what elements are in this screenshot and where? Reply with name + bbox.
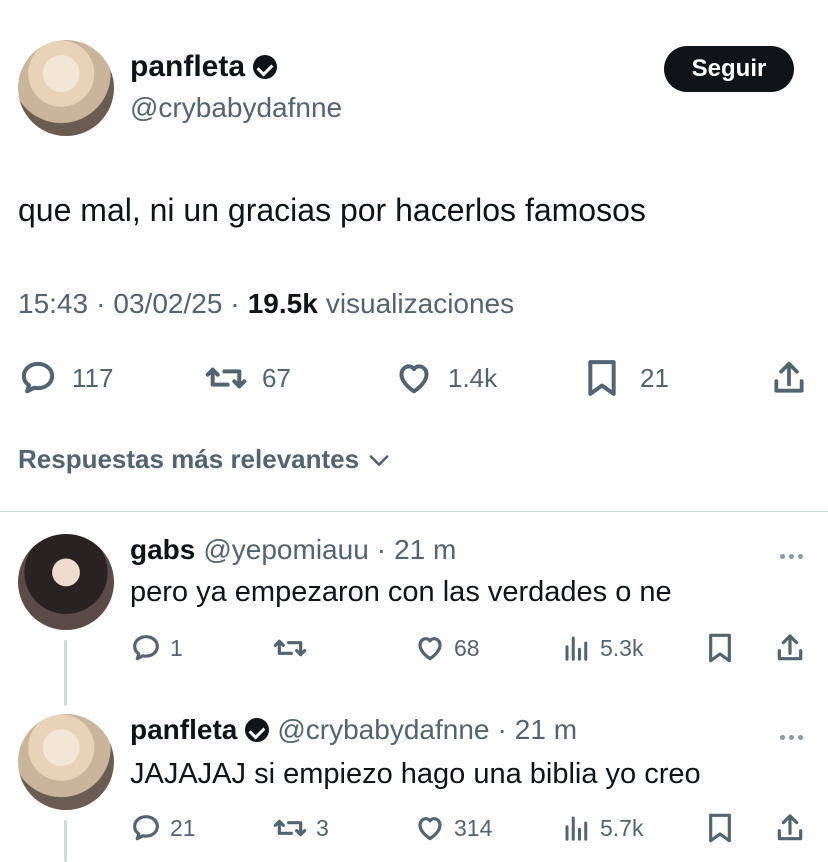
share-icon bbox=[774, 361, 804, 393]
reply-avatar[interactable] bbox=[18, 714, 114, 810]
retweet-action[interactable]: 67 bbox=[204, 358, 291, 398]
separator: · bbox=[497, 714, 507, 745]
like-action[interactable]: 1.4k bbox=[394, 358, 497, 398]
views-icon bbox=[565, 636, 588, 661]
more-icon[interactable] bbox=[778, 546, 805, 564]
bookmark-action[interactable]: 21 bbox=[584, 358, 669, 398]
author-avatar[interactable] bbox=[18, 40, 114, 136]
reply-time[interactable]: 21 m bbox=[394, 534, 456, 566]
retweet-icon bbox=[273, 819, 307, 837]
reply-header: panfleta @crybabydafnne · 21 m bbox=[130, 714, 577, 746]
follow-button[interactable]: Seguir bbox=[664, 46, 794, 92]
reply-count: 1 bbox=[170, 634, 183, 661]
reply-like-action[interactable]: 68 bbox=[414, 632, 480, 664]
views-count: 5.7k bbox=[600, 814, 644, 841]
views-count: 5.3k bbox=[600, 634, 644, 661]
reply-views-action[interactable]: 5.7k bbox=[562, 812, 643, 844]
reply-time[interactable]: 21 m bbox=[515, 714, 577, 746]
verified-icon bbox=[245, 718, 270, 742]
like-count: 314 bbox=[454, 814, 493, 841]
share-icon bbox=[777, 814, 803, 841]
reply-retweet-action[interactable]: 3 bbox=[272, 812, 329, 844]
reply-text: pero ya empezaron con las verdades o ne bbox=[130, 576, 672, 608]
bookmark-icon bbox=[709, 813, 731, 843]
reply-author-handle[interactable]: @yepomiauu bbox=[203, 534, 368, 566]
reply-reply-action[interactable]: 21 bbox=[130, 812, 196, 844]
reply-bookmark-action[interactable] bbox=[706, 812, 734, 844]
verified-icon bbox=[253, 55, 278, 79]
thread-line bbox=[64, 640, 67, 706]
reply-icon bbox=[21, 361, 55, 394]
like-count: 68 bbox=[454, 634, 480, 661]
tweet-time[interactable]: 15:43 bbox=[18, 288, 88, 320]
reply-header: gabs @yepomiauu · 21 m bbox=[130, 534, 456, 566]
share-icon bbox=[777, 634, 803, 661]
reply-count: 117 bbox=[72, 362, 114, 393]
bookmark-icon bbox=[709, 633, 731, 663]
reply-action[interactable]: 117 bbox=[18, 358, 113, 398]
reply-like-action[interactable]: 314 bbox=[414, 812, 492, 844]
tweet-date[interactable]: 03/02/25 bbox=[113, 288, 222, 320]
reply-author-name[interactable]: gabs bbox=[130, 534, 195, 566]
like-count: 1.4k bbox=[448, 362, 498, 393]
tweet-text: que mal, ni un gracias por hacerlos famo… bbox=[18, 192, 646, 228]
retweet-icon bbox=[205, 367, 247, 389]
reply-icon bbox=[133, 815, 159, 841]
author-name[interactable]: panfleta bbox=[130, 50, 245, 84]
reply-author-handle[interactable]: @crybabydafnne bbox=[277, 714, 489, 746]
thread-line bbox=[64, 820, 67, 862]
reply-reply-action[interactable]: 1 bbox=[130, 632, 183, 664]
retweet-icon bbox=[273, 639, 307, 657]
replies-sort-dropdown[interactable]: Respuestas más relevantes bbox=[18, 444, 393, 475]
like-icon bbox=[399, 364, 429, 394]
bookmark-count: 21 bbox=[640, 362, 669, 393]
retweet-count: 67 bbox=[262, 362, 291, 393]
reply-icon bbox=[133, 635, 159, 661]
reply-text: JAJAJAJ si empiezo hago una biblia yo cr… bbox=[130, 758, 701, 790]
reply-author-name[interactable]: panfleta bbox=[130, 714, 237, 746]
views-icon bbox=[565, 816, 588, 841]
separator: · bbox=[96, 288, 106, 319]
reply-share-action[interactable] bbox=[774, 632, 806, 664]
separator: · bbox=[376, 534, 387, 565]
reply-retweet-action[interactable] bbox=[272, 632, 316, 664]
share-action[interactable] bbox=[770, 358, 808, 398]
reply-bookmark-action[interactable] bbox=[706, 632, 734, 664]
chevron-down-icon bbox=[369, 454, 389, 466]
more-icon[interactable] bbox=[778, 727, 805, 745]
tweet-meta: 15:43 · 03/02/25 · 19.5k visualizaciones bbox=[18, 288, 514, 320]
author-handle[interactable]: @crybabydafnne bbox=[130, 92, 342, 124]
views-count: 19.5k bbox=[247, 288, 318, 319]
like-icon bbox=[418, 637, 442, 661]
like-icon bbox=[418, 817, 442, 841]
bookmark-icon bbox=[588, 360, 616, 396]
replies-sort-label: Respuestas más relevantes bbox=[18, 444, 360, 474]
retweet-count: 3 bbox=[316, 814, 329, 841]
author-name-row: panfleta bbox=[130, 50, 278, 84]
views-label: visualizaciones bbox=[325, 288, 515, 319]
reply-count: 21 bbox=[170, 814, 196, 841]
divider bbox=[0, 511, 828, 512]
separator: · bbox=[230, 288, 240, 319]
reply-views-action[interactable]: 5.3k bbox=[562, 632, 643, 664]
reply-share-action[interactable] bbox=[774, 812, 806, 844]
reply-avatar[interactable] bbox=[18, 534, 114, 630]
